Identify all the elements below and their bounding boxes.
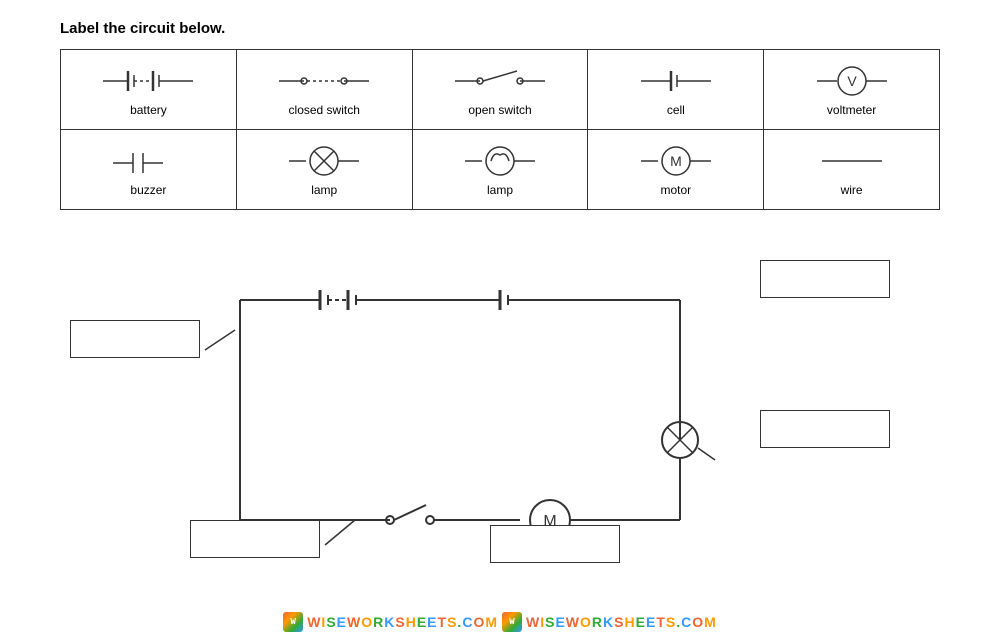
open-switch-label: open switch: [468, 103, 531, 117]
watermark-text-right: WISEWORKSHEETS.COM: [526, 614, 717, 630]
voltmeter-label: voltmeter: [827, 103, 876, 117]
label-box-bottom-left: [190, 520, 320, 558]
watermark-logo-right: W: [502, 612, 522, 632]
symbol-motor: M motor: [594, 143, 757, 197]
label-box-bottom-center: [490, 525, 620, 563]
battery-label: battery: [130, 103, 167, 117]
buzzer-label: buzzer: [130, 183, 166, 197]
symbol-wire: wire: [770, 143, 933, 197]
svg-text:V: V: [847, 73, 857, 89]
svg-text:M: M: [670, 153, 682, 169]
lamp-loop-label: lamp: [487, 183, 513, 197]
symbol-cell: cell: [594, 63, 757, 117]
watermark-logo-left: W: [283, 612, 303, 632]
label-box-top-left: [70, 320, 200, 358]
label-box-right-middle: [760, 410, 890, 448]
symbol-lamp-loop: lamp: [419, 143, 582, 197]
wire-label: wire: [841, 183, 863, 197]
watermark-text-left: WISEWORKSHEETS.COM: [307, 614, 498, 630]
motor-label: motor: [660, 183, 691, 197]
symbol-buzzer: buzzer: [67, 143, 230, 197]
page-instruction: Label the circuit below.: [60, 20, 940, 37]
symbol-closed-switch: closed switch: [243, 63, 406, 117]
symbol-voltmeter: V voltmeter: [770, 63, 933, 117]
symbol-lamp-cross: lamp: [243, 143, 406, 197]
closed-switch-label: closed switch: [289, 103, 360, 117]
cell-label: cell: [667, 103, 685, 117]
symbol-reference-table: battery closed switch: [60, 49, 940, 210]
symbol-open-switch: open switch: [419, 63, 582, 117]
lamp-cross-label: lamp: [311, 183, 337, 197]
circuit-diagram: M: [60, 240, 940, 570]
label-box-top-right: [760, 260, 890, 298]
symbol-battery: battery: [67, 63, 230, 117]
watermark: W WISEWORKSHEETS.COM W WISEWORKSHEETS.CO…: [0, 607, 1000, 637]
